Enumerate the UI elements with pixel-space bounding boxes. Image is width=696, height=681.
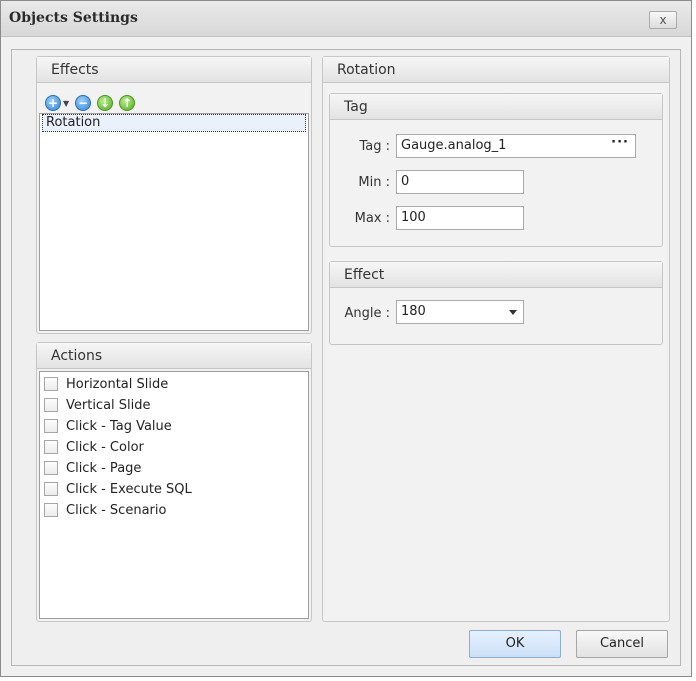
objects-settings-dialog: Objects Settings x Effects + ▼ − ↓ ↑ Rot… (0, 0, 692, 677)
min-input[interactable]: 0 (396, 170, 524, 194)
browse-icon[interactable]: ··· (611, 132, 629, 154)
tag-value: Gauge.analog_1 (401, 138, 507, 153)
action-label: Click - Execute SQL (66, 481, 192, 497)
checkbox[interactable] (44, 482, 58, 496)
effects-header: Effects (37, 57, 311, 83)
action-label: Click - Tag Value (66, 418, 172, 434)
ok-button[interactable]: OK (469, 630, 561, 658)
tag-group-header: Tag (330, 94, 662, 120)
angle-label: Angle : (344, 306, 390, 321)
checkbox[interactable] (44, 503, 58, 517)
effects-list[interactable]: Rotation (39, 113, 309, 331)
close-button[interactable]: x (649, 11, 677, 29)
action-label: Click - Scenario (66, 502, 167, 518)
action-item[interactable]: Click - Scenario (44, 500, 166, 520)
rotation-header: Rotation (323, 57, 669, 83)
effects-toolbar: + ▼ − ↓ ↑ (45, 93, 136, 113)
add-icon[interactable]: + (45, 95, 61, 111)
actions-panel: Actions Horizontal Slide Vertical Slide … (36, 342, 312, 622)
checkbox[interactable] (44, 377, 58, 391)
checkbox[interactable] (44, 461, 58, 475)
actions-header: Actions (37, 343, 311, 369)
effects-panel: Effects + ▼ − ↓ ↑ Rotation (36, 56, 312, 334)
effect-group-header: Effect (330, 262, 662, 288)
remove-icon[interactable]: − (75, 95, 92, 111)
checkbox[interactable] (44, 440, 58, 454)
tag-group: Tag Tag : Gauge.analog_1 ··· Min : 0 Max… (329, 93, 663, 247)
max-label: Max : (354, 211, 390, 226)
action-label: Click - Color (66, 439, 144, 455)
effects-list-item[interactable]: Rotation (42, 114, 306, 132)
move-down-icon[interactable]: ↓ (97, 95, 114, 111)
cancel-button[interactable]: Cancel (576, 630, 668, 658)
move-up-icon[interactable]: ↑ (119, 95, 136, 111)
actions-list: Horizontal Slide Vertical Slide Click - … (39, 371, 309, 619)
action-item[interactable]: Click - Execute SQL (44, 479, 192, 499)
effect-group: Effect Angle : 180 (329, 261, 663, 345)
angle-value: 180 (401, 304, 426, 319)
dialog-body: Effects + ▼ − ↓ ↑ Rotation Actions Horiz… (11, 49, 681, 666)
max-input[interactable]: 100 (396, 206, 524, 230)
chevron-down-icon[interactable]: ▼ (63, 99, 69, 108)
action-label: Horizontal Slide (66, 376, 169, 392)
min-label: Min : (358, 175, 390, 190)
action-item[interactable]: Horizontal Slide (44, 374, 168, 394)
title-bar: Objects Settings x (1, 1, 691, 37)
checkbox[interactable] (44, 419, 58, 433)
window-title: Objects Settings (9, 10, 138, 26)
chevron-down-icon[interactable] (509, 310, 517, 315)
tag-input[interactable]: Gauge.analog_1 ··· (396, 134, 636, 158)
action-item[interactable]: Click - Tag Value (44, 416, 172, 436)
checkbox[interactable] (44, 398, 58, 412)
action-label: Vertical Slide (66, 397, 151, 413)
tag-label: Tag : (359, 139, 390, 154)
action-item[interactable]: Click - Color (44, 437, 144, 457)
rotation-panel: Rotation Tag Tag : Gauge.analog_1 ··· Mi… (322, 56, 670, 622)
action-item[interactable]: Click - Page (44, 458, 141, 478)
action-label: Click - Page (66, 460, 142, 476)
angle-dropdown[interactable]: 180 (396, 300, 524, 324)
action-item[interactable]: Vertical Slide (44, 395, 151, 415)
